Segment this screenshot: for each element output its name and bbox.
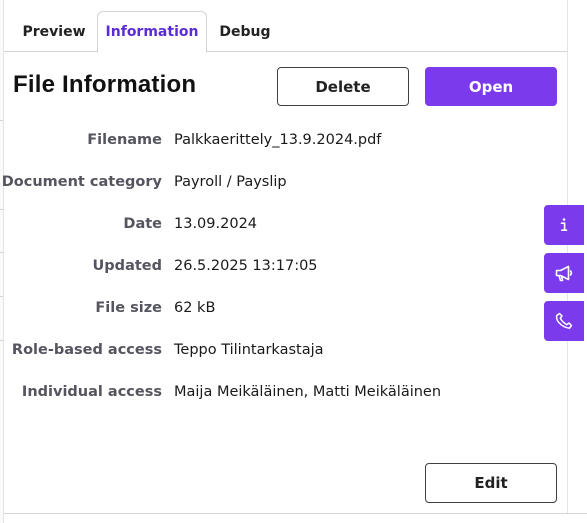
- info-label: Role-based access: [11, 342, 162, 358]
- megaphone-icon: [553, 262, 575, 284]
- info-icon: [554, 215, 574, 235]
- info-side-button[interactable]: [544, 205, 584, 245]
- info-value: 26.5.2025 13:17:05: [174, 258, 318, 274]
- info-value: 62 kB: [174, 300, 216, 316]
- open-button[interactable]: Open: [425, 67, 557, 106]
- page-title: File Information: [13, 71, 197, 98]
- info-label: Updated: [92, 258, 162, 274]
- delete-button[interactable]: Delete: [277, 67, 409, 106]
- bottom-divider: [4, 513, 587, 514]
- info-value: Payroll / Payslip: [174, 174, 287, 190]
- info-label: Individual access: [21, 384, 162, 400]
- info-value: Maija Meikäläinen, Matti Meikäläinen: [174, 384, 442, 400]
- info-value: Palkkaerittely_13.9.2024.pdf: [174, 132, 382, 148]
- info-label: File size: [95, 300, 162, 316]
- info-row-role-based-access: Role-based access Teppo Tilintarkastaja: [0, 338, 540, 362]
- tab-information[interactable]: Information: [97, 11, 207, 53]
- info-label: Document category: [1, 174, 162, 190]
- phone-icon: [553, 310, 575, 332]
- info-row-document-category: Document category Payroll / Payslip: [0, 170, 540, 194]
- info-row-date: Date 13.09.2024: [0, 212, 540, 236]
- tab-preview[interactable]: Preview: [18, 11, 90, 52]
- info-label: Date: [123, 216, 162, 232]
- announcement-side-button[interactable]: [544, 253, 584, 293]
- info-value: Teppo Tilintarkastaja: [174, 342, 324, 358]
- info-value: 13.09.2024: [174, 216, 258, 232]
- file-information-panel: Preview Information Debug File Informati…: [0, 0, 587, 523]
- info-label: Filename: [87, 132, 162, 148]
- tab-bar: Preview Information Debug: [4, 0, 567, 53]
- edit-button[interactable]: Edit: [425, 463, 557, 503]
- info-row-file-size: File size 62 kB: [0, 296, 540, 320]
- tab-debug[interactable]: Debug: [212, 11, 278, 52]
- info-row-updated: Updated 26.5.2025 13:17:05: [0, 254, 540, 278]
- phone-side-button[interactable]: [544, 301, 584, 341]
- info-row-individual-access: Individual access Maija Meikäläinen, Mat…: [0, 380, 540, 404]
- info-row-filename: Filename Palkkaerittely_13.9.2024.pdf: [0, 128, 540, 152]
